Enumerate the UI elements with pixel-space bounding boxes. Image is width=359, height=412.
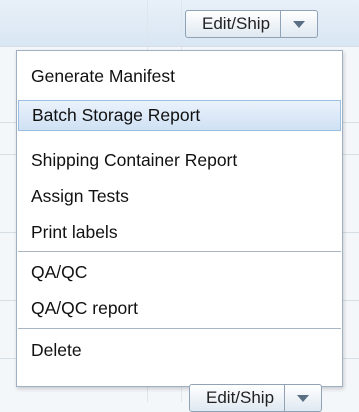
menu-separator (18, 328, 341, 329)
menu-item-batch-storage-report[interactable]: Batch Storage Report (18, 100, 341, 131)
menu-separator (18, 251, 341, 252)
chevron-down-icon (292, 20, 306, 29)
edit-ship-split-button[interactable]: Edit/Ship (185, 10, 319, 38)
edit-ship-split-button-row2[interactable]: Edit/Ship (189, 384, 323, 412)
chevron-down-icon (296, 394, 310, 403)
actions-dropdown-menu: Generate Manifest Batch Storage Report S… (16, 50, 343, 387)
menu-item-assign-tests[interactable]: Assign Tests (18, 181, 341, 212)
menu-item-generate-manifest[interactable]: Generate Manifest (18, 61, 341, 92)
menu-item-qa-qc-report[interactable]: QA/QC report (18, 293, 341, 324)
dropdown-toggle-button-row2[interactable] (285, 384, 323, 412)
edit-ship-button[interactable]: Edit/Ship (185, 10, 282, 38)
row-divider (0, 46, 359, 47)
menu-item-delete[interactable]: Delete (18, 335, 341, 366)
menu-item-qa-qc[interactable]: QA/QC (18, 257, 341, 288)
menu-item-shipping-container-report[interactable]: Shipping Container Report (18, 145, 341, 176)
dropdown-toggle-button[interactable] (281, 10, 319, 38)
edit-ship-button-row2[interactable]: Edit/Ship (189, 384, 286, 412)
menu-item-print-labels[interactable]: Print labels (18, 217, 341, 248)
